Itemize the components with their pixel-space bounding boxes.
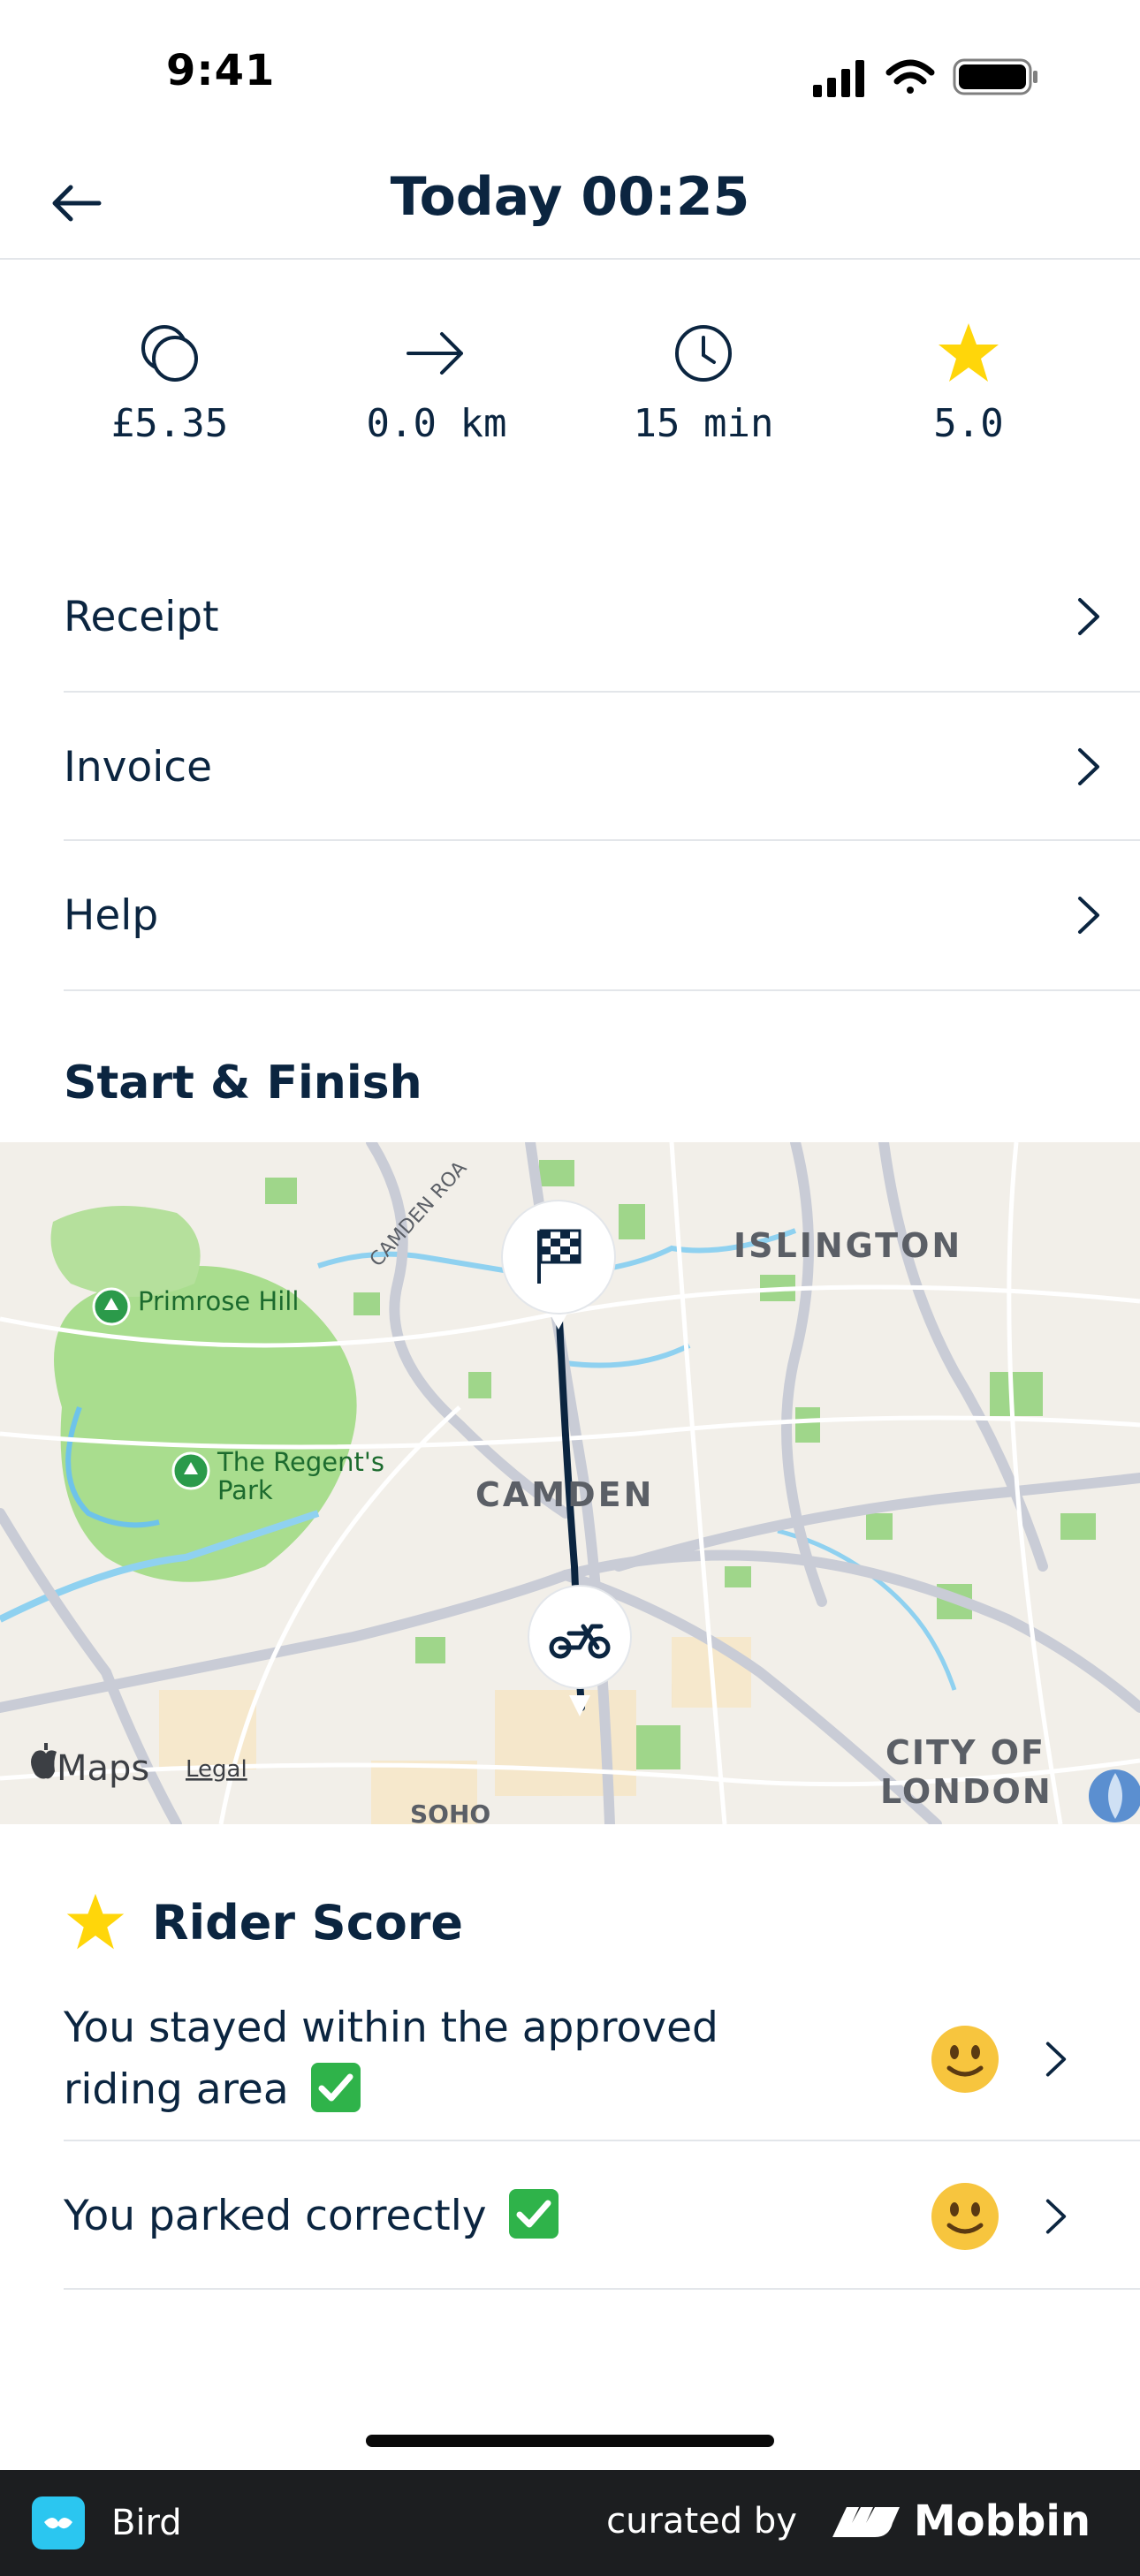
bird-app-icon [32,2496,85,2549]
map-label-city-1: CITY OF [885,1733,1045,1772]
mobbin-logo-icon [832,2507,900,2537]
map-canvas: ISLINGTON CAMDEN Primrose Hill The Regen… [0,1142,1140,1824]
landmark-3d-icon [1089,1769,1140,1822]
park-pin-icon [92,1287,131,1326]
receipt-row[interactable]: Receipt [64,542,1140,691]
score-item-line: You parked correctly [64,2192,487,2240]
stat-value: 5.0 [933,401,1004,446]
park-pin-icon [171,1451,210,1490]
score-item-line: riding area [64,2065,289,2114]
stat-rating: 5.0 [854,318,1083,468]
coins-icon [141,325,198,382]
invoice-label: Invoice [64,742,213,792]
status-time: 9:41 [166,46,276,95]
help-label: Help [64,890,159,940]
maps-label: Maps [57,1748,149,1789]
route-map[interactable]: ISLINGTON CAMDEN Primrose Hill The Regen… [0,1142,1140,1824]
score-item-text: You stayed within the approved riding ar… [64,1997,841,2121]
help-row[interactable]: Help [64,841,1140,989]
footer-app: Bird [32,2496,182,2549]
footer-app-name: Bird [111,2503,182,2543]
smiley-icon [931,2026,999,2093]
score-item-parking[interactable]: You parked correctly [64,2159,1140,2274]
chevron-right-icon [1078,897,1099,934]
divider [64,2288,1140,2290]
check-mark-icon [508,2189,559,2239]
stat-cost: £5.35 [55,318,285,468]
clock-icon [675,325,732,382]
header-divider [0,258,1140,260]
footer-curated: curated by Mobbin [606,2496,1091,2546]
map-label-regents-park-2: Park [217,1475,273,1505]
check-mark-icon [310,2063,361,2112]
rider-score-header: Rider Score [64,1890,463,1954]
footer-brand: Mobbin [913,2496,1091,2546]
chevron-right-icon [1078,748,1099,785]
page-title: Today 00:25 [390,166,750,228]
stat-distance: 0.0 km [322,318,551,468]
stat-value: £5.35 [110,401,229,446]
map-label-city-2: LONDON [880,1772,1053,1811]
status-icons [813,58,1037,97]
battery-icon [953,58,1037,95]
score-item-line: You stayed within the approved [64,2004,718,2052]
rider-score-title: Rider Score [152,1894,464,1951]
stat-duration: 15 min [589,318,818,468]
map-label-regents-park: The Regent's [217,1447,384,1477]
legal-link[interactable]: Legal [186,1756,247,1783]
map-label-soho: SOHO [410,1799,490,1824]
curated-by-label: curated by [606,2501,797,2542]
star-icon [66,1893,125,1950]
score-item-riding-area[interactable]: You stayed within the approved riding ar… [64,1993,1140,2125]
signal-icon [813,60,864,97]
stat-value: 15 min [633,401,774,446]
divider [64,2140,1140,2141]
section-title: Start & Finish [64,1057,422,1110]
smiley-icon [931,2183,999,2250]
chevron-right-icon [1045,2042,1067,2077]
arrow-right-icon [407,332,463,375]
map-label-camden: CAMDEN [475,1475,654,1514]
chevron-right-icon [1045,2199,1067,2234]
receipt-label: Receipt [64,592,219,641]
stat-value: 0.0 km [366,401,507,446]
score-item-text: You parked correctly [64,2186,841,2247]
invoice-row[interactable]: Invoice [64,693,1140,841]
map-label-islington: ISLINGTON [733,1226,962,1265]
star-icon [939,323,999,382]
home-indicator[interactable] [366,2435,774,2447]
divider [64,989,1140,991]
wifi-icon [885,59,935,94]
map-label-primrose-hill: Primrose Hill [138,1286,299,1316]
chevron-right-icon [1078,598,1099,635]
